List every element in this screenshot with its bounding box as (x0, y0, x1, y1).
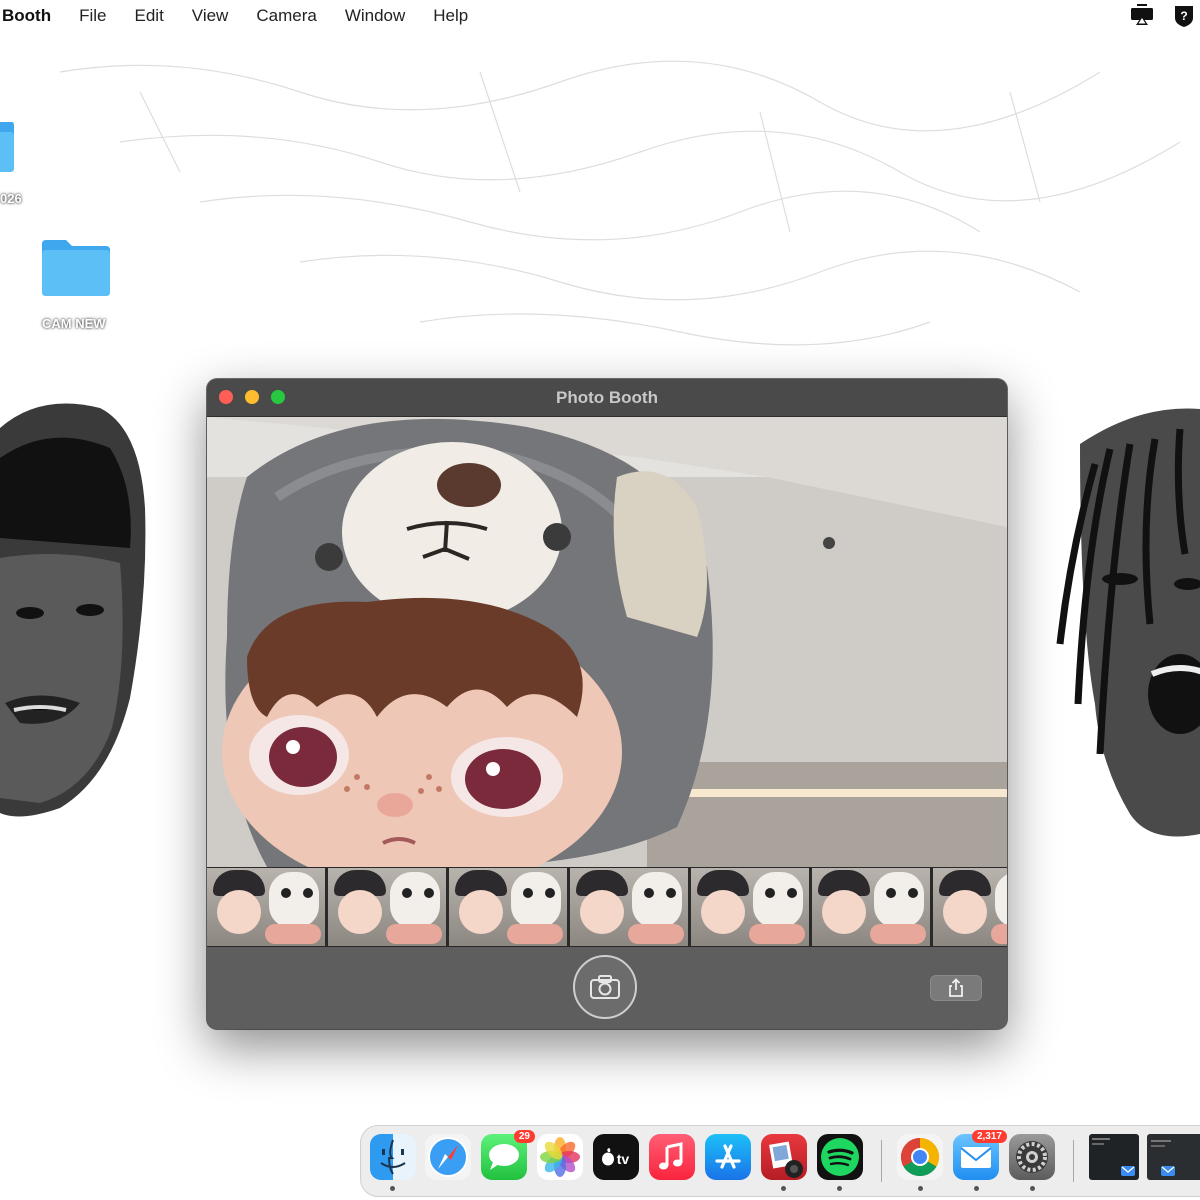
dock-safari[interactable] (425, 1134, 471, 1180)
photo-booth-window: Photo Booth (207, 379, 1007, 1029)
desktop-folder-cam-new[interactable] (40, 238, 112, 298)
menu-help[interactable]: Help (433, 6, 468, 26)
menu-view[interactable]: View (192, 6, 229, 26)
dock-messages[interactable]: 29 (481, 1130, 535, 1180)
folder-label-cam-new: CAM NEW (42, 316, 106, 331)
menu-camera[interactable]: Camera (256, 6, 316, 26)
menu-app-name[interactable]: Booth (2, 6, 51, 26)
running-indicator (781, 1186, 786, 1191)
running-indicator (918, 1186, 923, 1191)
menu-edit[interactable]: Edit (135, 6, 164, 26)
running-indicator (1030, 1186, 1035, 1191)
folder-icon (0, 122, 14, 172)
take-photo-button[interactable] (573, 955, 637, 1019)
camera-preview (207, 417, 1007, 867)
dock-photo-booth[interactable] (761, 1134, 807, 1180)
camera-preview-image (207, 417, 1007, 867)
photo-booth-icon (769, 1141, 803, 1178)
dock-apple-tv[interactable]: tv (593, 1134, 639, 1180)
menu-file[interactable]: File (79, 6, 106, 26)
folder-label-026: 026 (0, 191, 22, 206)
dock-app-store[interactable] (705, 1134, 751, 1180)
share-button[interactable] (930, 975, 982, 1001)
photo-thumbnail[interactable] (449, 868, 567, 946)
desktop-wallpaper-sketch (59, 60, 1181, 346)
messages-badge: 29 (513, 1130, 535, 1143)
dock-minimized-window-1[interactable] (1089, 1134, 1139, 1180)
dock-music[interactable] (649, 1134, 695, 1180)
window-thumbnail-icon (1092, 1138, 1135, 1176)
photos-icon (540, 1137, 580, 1177)
dock-spotify[interactable] (817, 1134, 863, 1180)
window-titlebar[interactable]: Photo Booth (207, 379, 1007, 417)
desktop-face-right (1056, 408, 1200, 837)
svg-text:?: ? (1180, 9, 1187, 23)
music-icon (659, 1142, 683, 1170)
menu-bar: Booth File Edit View Camera Window Help … (0, 0, 1200, 32)
photo-thumbnail[interactable] (933, 868, 1007, 946)
camera-icon (590, 975, 620, 999)
photo-thumbnail[interactable] (570, 868, 688, 946)
dock-chrome[interactable] (897, 1134, 943, 1180)
running-indicator (974, 1186, 979, 1191)
photo-thumbnail[interactable] (691, 868, 809, 946)
photo-thumbnail[interactable] (328, 868, 446, 946)
svg-text:tv: tv (617, 1151, 630, 1167)
dock: 29 tv 2,317 (360, 1125, 1200, 1197)
control-bar (207, 948, 1007, 1029)
share-icon (949, 978, 963, 997)
finder-icon (380, 1139, 406, 1175)
window-thumbnail-icon (1151, 1140, 1175, 1176)
thumbnail-strip[interactable] (207, 867, 1007, 947)
menu-window[interactable]: Window (345, 6, 405, 26)
app-store-icon (715, 1144, 741, 1169)
dock-mail[interactable]: 2,317 (953, 1130, 1007, 1180)
mail-badge: 2,317 (971, 1130, 1007, 1143)
dock-separator (1073, 1140, 1074, 1182)
running-indicator (390, 1186, 395, 1191)
window-title: Photo Booth (556, 388, 658, 407)
safari-icon (428, 1137, 468, 1177)
spotify-icon (821, 1138, 859, 1176)
photo-thumbnail[interactable] (812, 868, 930, 946)
photo-thumbnail[interactable] (207, 868, 325, 946)
folder-icon (42, 240, 110, 296)
desktop-face-left (0, 403, 146, 817)
dock-separator (881, 1140, 882, 1182)
apple-tv-icon: tv (602, 1148, 630, 1167)
desktop-folder-026[interactable] (0, 120, 14, 176)
screen-mirroring-icon[interactable] (1128, 4, 1156, 28)
chrome-icon (900, 1138, 940, 1177)
dock-finder[interactable] (370, 1134, 416, 1180)
dock-system-settings[interactable] (1009, 1134, 1055, 1180)
dock-minimized-window-2[interactable] (1147, 1134, 1200, 1180)
dock-photos[interactable] (537, 1134, 583, 1180)
settings-gear-icon (1016, 1141, 1048, 1173)
shield-question-icon[interactable]: ? (1172, 4, 1196, 28)
running-indicator (837, 1186, 842, 1191)
